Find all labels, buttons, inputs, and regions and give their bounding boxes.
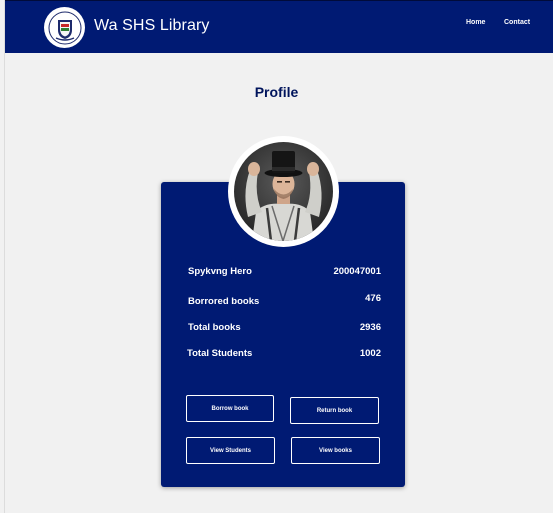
- stat-total-books-value: 2936: [359, 322, 381, 333]
- view-students-button[interactable]: View Students: [186, 437, 275, 464]
- return-book-button[interactable]: Return book: [290, 397, 379, 424]
- school-logo[interactable]: [44, 7, 85, 48]
- brand-title[interactable]: Wa SHS Library: [94, 17, 210, 35]
- nav-contact-link[interactable]: Contact: [504, 19, 530, 26]
- profile-name: Spykvng Hero: [188, 266, 252, 277]
- nav-home-link[interactable]: Home: [466, 19, 485, 26]
- borrow-book-button[interactable]: Borrow book: [186, 395, 274, 422]
- view-books-button[interactable]: View books: [291, 437, 380, 464]
- avatar: [234, 142, 333, 241]
- stat-total-students-value: 1002: [359, 348, 381, 359]
- navbar: Wa SHS Library Home Contact: [5, 0, 553, 53]
- stat-total-students-label: Total Students: [187, 348, 253, 359]
- stat-total-books-label: Total books: [188, 322, 241, 333]
- user-photo: [234, 142, 333, 241]
- profile-id: 200047001: [333, 266, 381, 277]
- page-border: [4, 0, 5, 513]
- school-crest-icon: [48, 11, 81, 44]
- stat-borrowed-label: Borrored books: [188, 296, 260, 307]
- page-title: Profile: [254, 84, 299, 100]
- stat-borrowed-value: 476: [365, 293, 381, 304]
